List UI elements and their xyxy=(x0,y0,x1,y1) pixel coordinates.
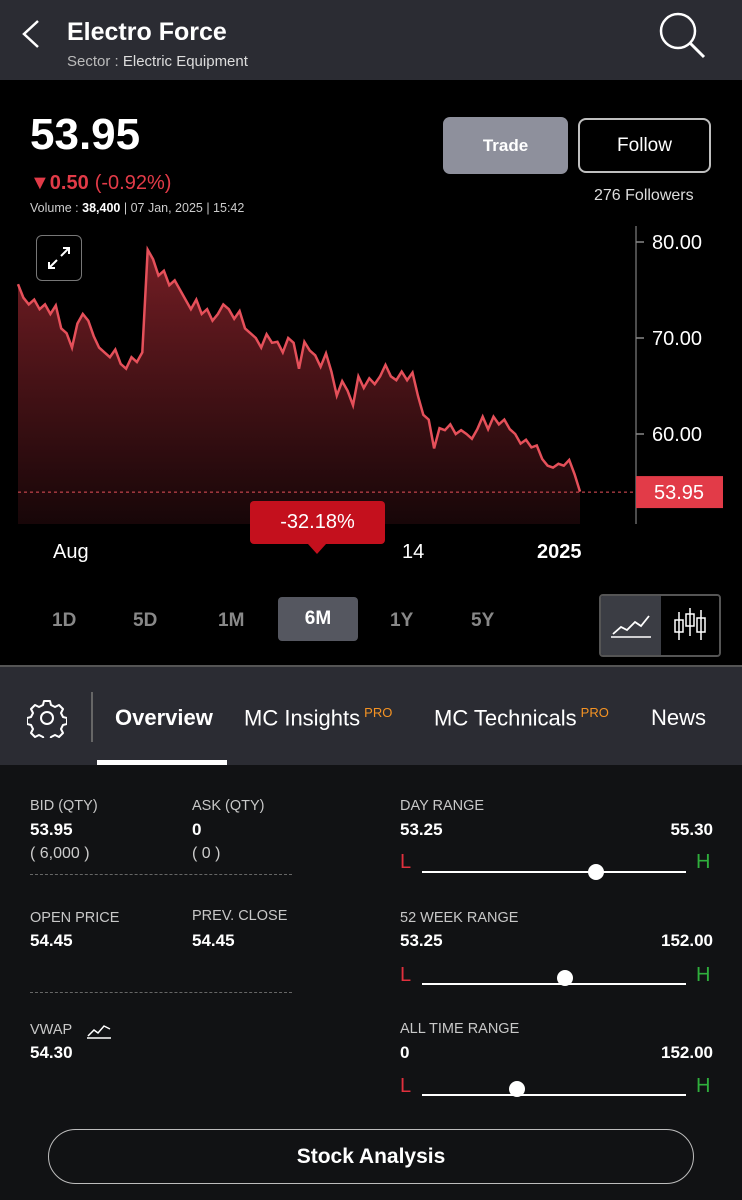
vwap-chart-icon[interactable] xyxy=(86,1020,112,1040)
ask-value: 0 xyxy=(192,820,202,839)
vwap-value: 54.30 xyxy=(30,1043,73,1062)
all-time-range-label: ALL TIME RANGE xyxy=(400,1021,520,1037)
overview-stats: BID (QTY) 53.95 ( 6,000 ) ASK (QTY) 0 ( … xyxy=(0,765,742,1200)
tab-mc-insights-label: MC Insights xyxy=(244,705,361,731)
tab-mc-technicals-label: MC Technicals xyxy=(434,705,577,731)
open-price-value: 54.45 xyxy=(30,931,73,950)
open-price-label: OPEN PRICE xyxy=(30,910,120,926)
expand-chart-button[interactable] xyxy=(36,235,82,281)
period-6m[interactable]: 6M xyxy=(278,597,358,641)
search-icon[interactable] xyxy=(656,10,708,62)
line-chart-icon xyxy=(611,615,651,638)
app-header: Electro Force Sector : Electric Equipmen… xyxy=(0,0,742,80)
y-tick-label: 80.00 xyxy=(652,232,702,254)
prev-close-label: PREV. CLOSE xyxy=(192,908,288,924)
bid-value: 53.95 xyxy=(30,820,73,839)
x-tick-2025: 2025 xyxy=(537,541,582,563)
all-time-range-track xyxy=(422,1094,686,1096)
tab-overview[interactable]: Overview xyxy=(115,705,213,731)
down-arrow-icon: ▼ xyxy=(30,172,50,194)
period-1d[interactable]: 1D xyxy=(52,610,76,632)
price-chart[interactable]: 80.00 70.00 60.00 53.95 xyxy=(0,220,742,530)
last-price: 53.95 xyxy=(30,110,141,159)
bid-label: BID (QTY) xyxy=(30,798,98,814)
ask-label: ASK (QTY) xyxy=(192,798,265,814)
week52-range-track xyxy=(422,983,686,985)
ask-qty: ( 0 ) xyxy=(192,845,221,862)
gear-icon[interactable] xyxy=(27,698,67,738)
day-range-high: 55.30 xyxy=(670,820,713,839)
tab-divider xyxy=(91,692,93,742)
pro-badge: PRO xyxy=(580,705,609,720)
y-tick-label: 60.00 xyxy=(652,424,702,446)
day-range-track xyxy=(422,871,686,873)
expand-icon xyxy=(48,247,70,269)
period-1y[interactable]: 1Y xyxy=(390,610,413,632)
week52-range-label: 52 WEEK RANGE xyxy=(400,910,519,926)
sector-label: Sector : xyxy=(67,53,119,70)
follow-button[interactable]: Follow xyxy=(578,118,711,173)
week52-range-indicator xyxy=(556,970,573,986)
volume-label: Volume : xyxy=(30,201,79,215)
low-marker: L xyxy=(400,851,412,873)
section-tabs: Overview MC Insights PRO MC Technicals PRO… xyxy=(0,665,742,765)
tab-mc-insights[interactable]: MC Insights PRO xyxy=(244,705,392,731)
stock-analysis-button[interactable]: Stock Analysis xyxy=(48,1129,694,1184)
volume-value: 38,400 xyxy=(82,201,121,215)
divider xyxy=(30,874,292,875)
tab-news[interactable]: News xyxy=(651,705,706,731)
line-chart-toggle[interactable] xyxy=(601,596,661,655)
period-5y[interactable]: 5Y xyxy=(471,610,494,632)
day-range-label: DAY RANGE xyxy=(400,798,485,814)
change-percent: (-0.92%) xyxy=(94,172,172,194)
day-range-low: 53.25 xyxy=(400,820,443,839)
quote-panel: 53.95 ▼0.50 (-0.92%) Volume : 38,400 | 07… xyxy=(0,80,742,665)
period-5d[interactable]: 5D xyxy=(133,610,157,632)
high-marker: H xyxy=(696,964,711,986)
sector-value: Electric Equipment xyxy=(122,53,248,70)
low-marker: L xyxy=(400,964,412,986)
back-arrow-icon[interactable] xyxy=(18,18,46,50)
all-time-range-indicator xyxy=(509,1081,526,1097)
x-tick-aug: Aug xyxy=(53,541,89,563)
bid-qty: ( 6,000 ) xyxy=(30,845,90,862)
week52-high: 152.00 xyxy=(661,931,713,950)
sector-info: Sector : Electric Equipment xyxy=(67,53,248,70)
last-price-tag: 53.95 xyxy=(654,482,704,504)
period-change-tooltip: -32.18% xyxy=(250,501,385,554)
high-marker: H xyxy=(696,851,711,873)
chart-type-toggle xyxy=(599,594,721,657)
low-marker: L xyxy=(400,1075,412,1097)
candlestick-toggle[interactable] xyxy=(661,596,719,655)
price-change: ▼0.50 (-0.92%) xyxy=(30,172,171,195)
divider xyxy=(30,992,292,993)
candlestick-icon xyxy=(674,608,706,640)
stock-name: Electro Force xyxy=(67,18,227,46)
volume-info: Volume : 38,400 | 07 Jan, 2025 | 15:42 xyxy=(30,201,244,215)
week52-low: 53.25 xyxy=(400,931,443,950)
vwap-label: VWAP xyxy=(30,1022,73,1038)
prev-close-value: 54.45 xyxy=(192,931,235,950)
x-tick-14: 14 xyxy=(402,541,425,563)
price-area xyxy=(18,249,580,524)
day-range-indicator xyxy=(588,864,605,880)
high-marker: H xyxy=(696,1075,711,1097)
quote-datetime: | 07 Jan, 2025 | 15:42 xyxy=(123,201,245,215)
followers-count: 276 Followers xyxy=(594,187,694,204)
period-1m[interactable]: 1M xyxy=(218,610,244,632)
y-tick-label: 70.00 xyxy=(652,328,702,350)
tab-mc-technicals[interactable]: MC Technicals PRO xyxy=(434,705,609,731)
trade-button[interactable]: Trade xyxy=(443,117,568,174)
change-value: 0.50 xyxy=(49,172,89,194)
all-time-high: 152.00 xyxy=(661,1043,713,1062)
all-time-low: 0 xyxy=(400,1043,410,1062)
pro-badge: PRO xyxy=(364,705,393,720)
